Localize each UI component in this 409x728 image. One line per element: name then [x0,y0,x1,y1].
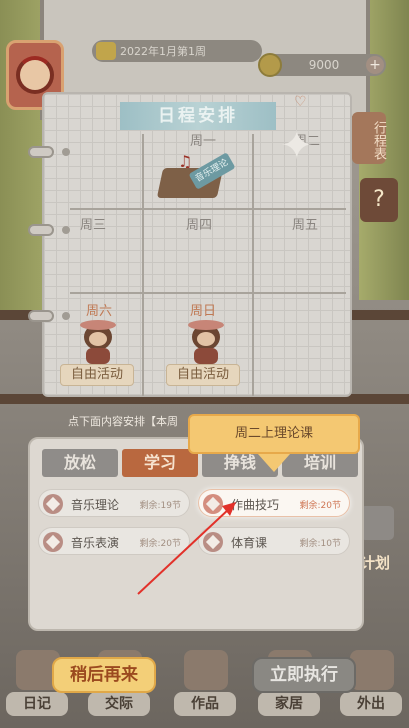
grid-line [142,134,144,396]
date-display: 2022年1月第1周 [92,40,262,62]
plan-label: 计划 [360,554,391,572]
course-remaining: 剩余:20节 [139,539,182,549]
course-item-highlighted[interactable]: 作曲技巧 剩余:20节 [198,489,350,517]
hint-text: 点下面内容安排【本周 [68,415,178,428]
heart-doodle-icon: ♡ [294,94,307,110]
day-label-wednesday: 周三 [79,218,106,233]
course-name: 音乐理论 [71,498,120,512]
wing-icon: ✦ [280,123,314,169]
date-text: 2022年1月第1周 [120,45,206,58]
day-label-monday: 周一 [189,134,216,149]
course-item[interactable]: 音乐表演 剩余:20节 [38,527,190,555]
calendar-icon [96,42,116,60]
help-button[interactable]: ? [360,178,398,222]
ring-hole [62,148,70,156]
nav-label: 外出 [340,692,402,716]
day-label-thursday: 周四 [185,218,212,233]
nav-works[interactable]: 作品 [174,650,236,720]
binder-ring [28,146,54,158]
grid-line [70,292,346,294]
coin-icon [258,53,282,77]
later-button[interactable]: 稍后再来 [52,657,156,693]
course-remaining: 剩余:10节 [299,539,342,549]
nav-label: 日记 [6,692,68,716]
sunday-activity[interactable]: 自由活动 [166,364,240,386]
day-label-friday: 周五 [291,218,318,233]
day-label-saturday: 周六 [85,304,112,319]
monday-slot[interactable]: ♫ 音乐理论 [156,152,236,200]
course-icon [43,494,63,514]
schedule-notebook: 日程安排 ♡ 周一 周二 ♫ 音乐理论 ✦ 周三 周四 周五 周六 周日 自由活… [28,92,352,397]
coin-display: 9000 + [258,53,386,77]
saturday-activity[interactable]: 自由活动 [60,364,134,386]
course-remaining: 剩余:19节 [139,501,182,511]
nav-label: 作品 [174,692,236,716]
course-name: 作曲技巧 [231,498,280,512]
course-remaining: 剩余:20节 [299,501,342,511]
course-name: 体育课 [231,536,268,550]
grid-line [252,134,254,396]
execute-button[interactable]: 立即执行 [252,657,356,693]
course-icon [203,532,223,552]
works-icon [184,650,228,690]
outing-icon [350,650,394,690]
coin-amount: 9000 [308,58,340,72]
add-coins-button[interactable]: + [366,56,384,74]
course-item[interactable]: 音乐理论 剩余:19节 [38,489,190,517]
schedule-title: 日程安排 [120,102,276,130]
character-chibi-icon [78,320,118,364]
binder-ring [28,310,54,322]
plan-book-icon [360,506,394,540]
character-chibi-icon [186,320,226,364]
schedule-side-button[interactable]: 行程表 [352,112,386,164]
tab-study[interactable]: 学习 [122,449,198,477]
course-name: 音乐表演 [71,536,120,550]
course-icon [43,532,63,552]
tooltip-pointer [258,454,290,472]
nav-label: 家居 [258,692,320,716]
course-icon [203,494,223,514]
nav-label: 交际 [88,692,150,716]
activity-panel: 放松 学习 挣钱 培训 音乐理论 剩余:19节 作曲技巧 剩余:20节 音乐表演… [28,437,364,631]
tab-relax[interactable]: 放松 [42,449,118,477]
tutorial-tooltip: 周二上理论课 [188,414,360,454]
avatar-face [16,56,54,94]
day-label-sunday: 周日 [189,304,216,319]
course-item[interactable]: 体育课 剩余:10节 [198,527,350,555]
grid-line [70,208,346,210]
